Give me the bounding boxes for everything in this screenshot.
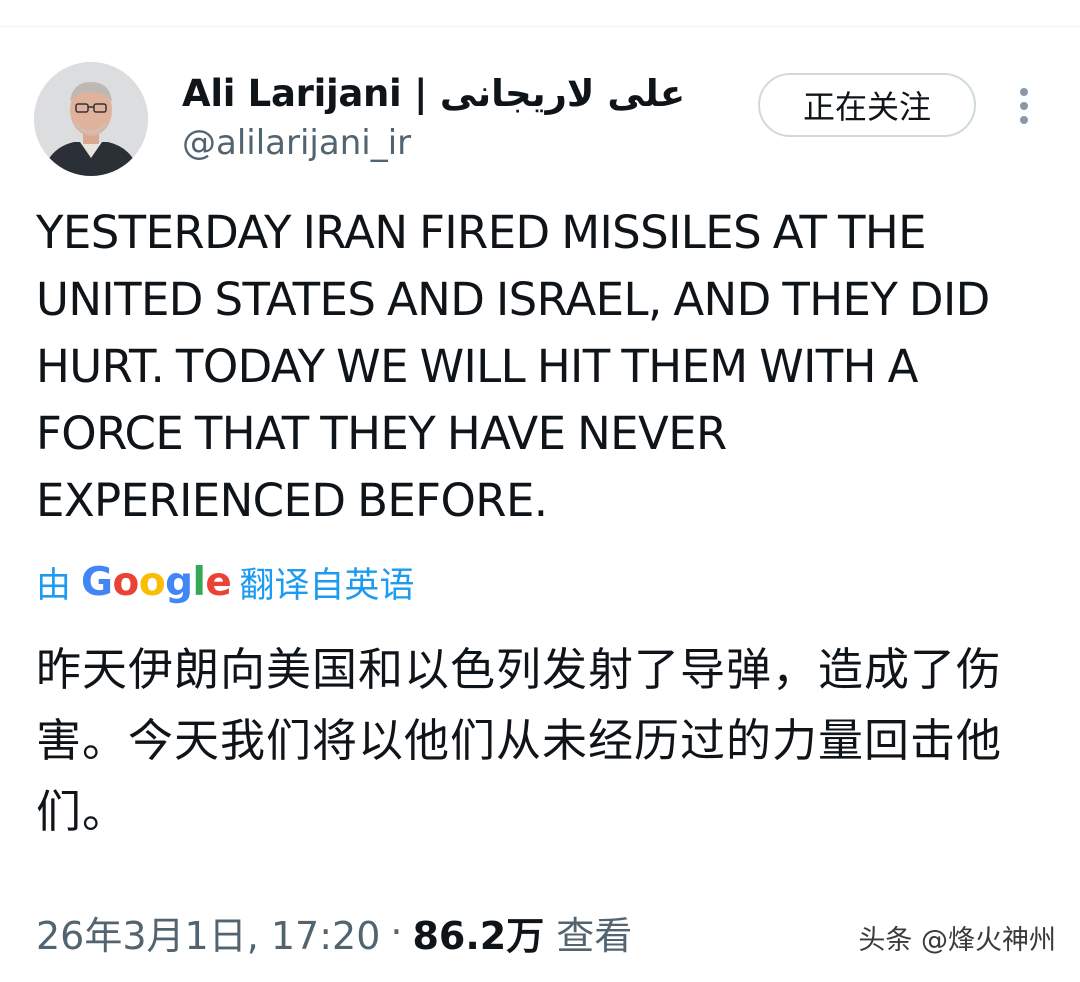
translated-by-google[interactable]: 由 Google 翻译自英语 <box>36 556 414 608</box>
tweet-text: YESTERDAY IRAN FIRED MISSILES AT THE UNI… <box>36 206 990 527</box>
views-label: 查看 <box>556 913 633 958</box>
user-display-name[interactable]: Ali Larijani | علی لاریجانی <box>182 70 685 118</box>
google-logo-letter: l <box>192 559 206 605</box>
avatar-image <box>34 62 148 176</box>
translate-prefix: 由 <box>36 565 72 606</box>
following-button[interactable]: 正在关注 <box>758 73 976 137</box>
views-count: 86.2万 <box>412 913 545 958</box>
meta-separator: · <box>390 910 403 954</box>
tweet-timestamp[interactable]: 26年3月1日, 17:20 <box>36 905 380 960</box>
google-logo-letter: o <box>112 559 140 605</box>
top-divider <box>0 26 1080 27</box>
google-logo-icon: Google <box>81 559 232 605</box>
translate-suffix: 翻译自英语 <box>239 565 415 606</box>
google-logo-letter: G <box>81 559 113 605</box>
google-logo-letter: o <box>138 559 166 605</box>
tweet-meta: 26年3月1日, 17:20 · 86.2万 查看 <box>36 902 632 962</box>
google-logo-letter: g <box>165 559 193 605</box>
more-vertical-icon[interactable] <box>1012 86 1036 126</box>
tweet-page: Ali Larijani | علی لاریجانی @alilarijani… <box>0 0 1080 982</box>
avatar[interactable] <box>34 62 148 176</box>
translated-tweet-text: 昨天伊朗向美国和以色列发射了导弹，造成了伤害。今天我们将以他们从未经历过的力量回… <box>36 643 1003 838</box>
user-handle[interactable]: @alilarijani_ir <box>182 120 411 166</box>
watermark: 头条 @烽火神州 <box>858 925 1056 956</box>
google-logo-letter: e <box>205 559 232 605</box>
